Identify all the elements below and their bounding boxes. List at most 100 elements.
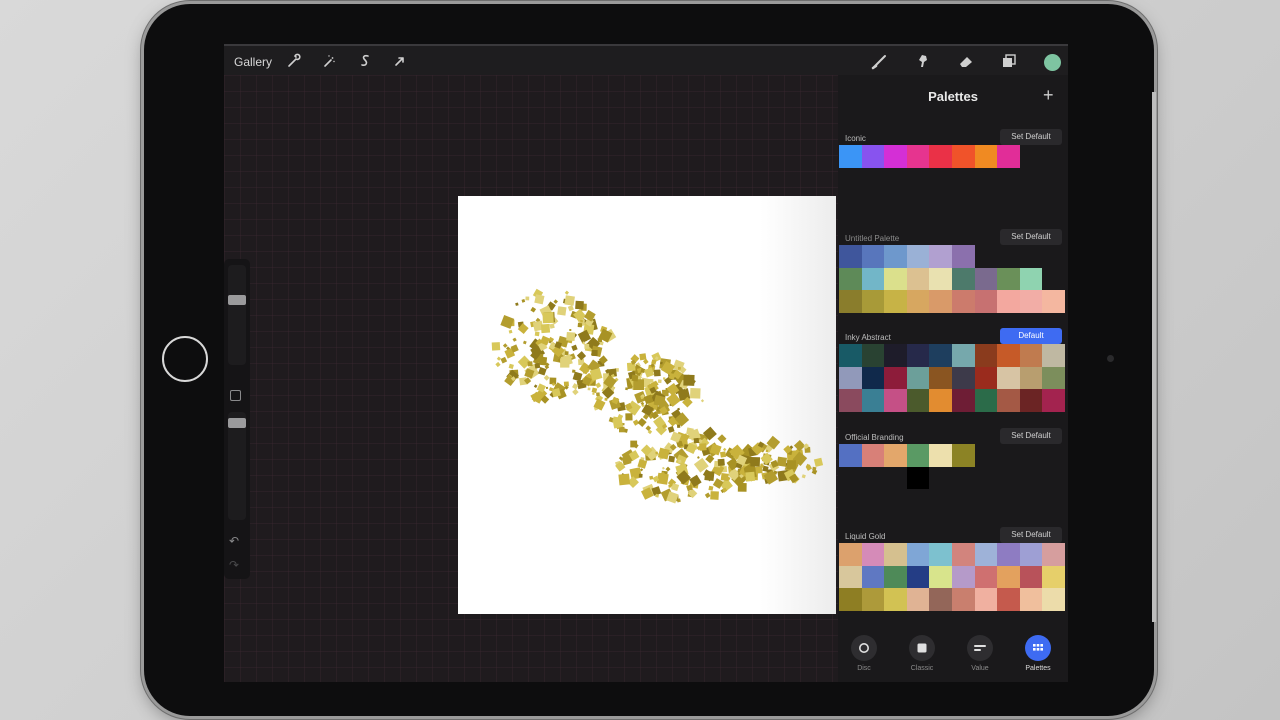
add-palette-icon[interactable]: +: [1043, 85, 1054, 106]
color-swatch[interactable]: [861, 290, 885, 313]
color-swatch[interactable]: [974, 145, 998, 168]
color-swatch[interactable]: [1019, 267, 1043, 291]
layers-icon[interactable]: [999, 51, 1019, 71]
value-sliders-icon[interactable]: [967, 635, 993, 661]
color-swatch[interactable]: [839, 444, 862, 467]
color-swatch[interactable]: [951, 245, 975, 268]
set-default-button[interactable]: Set Default: [1000, 527, 1062, 543]
color-swatch[interactable]: [929, 145, 952, 168]
color-swatch[interactable]: [884, 444, 907, 467]
color-swatch[interactable]: [906, 389, 930, 412]
gallery-button[interactable]: Gallery: [234, 55, 272, 69]
color-swatch[interactable]: [861, 543, 885, 566]
mode-disc[interactable]: Disc: [842, 635, 886, 672]
eraser-icon[interactable]: [956, 51, 976, 71]
color-swatch[interactable]: [839, 245, 862, 268]
current-color-icon[interactable]: [1044, 54, 1061, 71]
color-swatch[interactable]: [884, 267, 907, 291]
color-swatch[interactable]: [951, 366, 975, 390]
color-swatch[interactable]: [861, 145, 885, 168]
color-swatch[interactable]: [997, 290, 1020, 313]
color-swatch[interactable]: [839, 344, 862, 367]
color-swatch[interactable]: [951, 543, 975, 566]
color-swatch[interactable]: [997, 389, 1020, 412]
artboard[interactable]: [458, 196, 836, 614]
color-swatch[interactable]: [884, 389, 907, 412]
color-swatch[interactable]: [861, 245, 885, 268]
color-swatch[interactable]: [839, 290, 862, 313]
undo-icon[interactable]: ↶: [229, 534, 239, 548]
color-swatch[interactable]: [1019, 344, 1043, 367]
mode-palettes[interactable]: Palettes: [1016, 635, 1060, 672]
color-swatch[interactable]: [1019, 366, 1043, 390]
color-swatch[interactable]: [884, 344, 907, 367]
color-swatch[interactable]: [974, 344, 998, 367]
color-swatch[interactable]: [929, 588, 952, 611]
color-swatch[interactable]: [951, 444, 975, 467]
color-swatch[interactable]: [951, 389, 975, 412]
color-swatch[interactable]: [884, 565, 907, 589]
color-swatch[interactable]: [906, 444, 930, 467]
default-button[interactable]: Default: [1000, 328, 1062, 344]
color-swatch[interactable]: [1019, 565, 1043, 589]
color-swatch[interactable]: [1019, 588, 1043, 611]
color-swatch[interactable]: [884, 145, 907, 168]
color-swatch[interactable]: [951, 145, 975, 168]
wrench-icon[interactable]: [283, 51, 303, 71]
color-swatch[interactable]: [951, 267, 975, 291]
color-swatch[interactable]: [997, 543, 1020, 566]
color-swatch[interactable]: [861, 389, 885, 412]
magic-wand-icon[interactable]: [319, 51, 339, 71]
color-swatch[interactable]: [884, 290, 907, 313]
color-swatch[interactable]: [884, 366, 907, 390]
color-swatch[interactable]: [906, 290, 930, 313]
color-swatch[interactable]: [974, 366, 998, 390]
color-swatch[interactable]: [997, 565, 1020, 589]
color-swatch[interactable]: [906, 588, 930, 611]
color-swatch[interactable]: [1019, 389, 1043, 412]
color-swatch[interactable]: [929, 245, 952, 268]
set-default-button[interactable]: Set Default: [1000, 129, 1062, 145]
color-swatch[interactable]: [1042, 543, 1065, 566]
color-swatch[interactable]: [839, 267, 862, 291]
home-button[interactable]: [162, 336, 208, 382]
color-swatch[interactable]: [929, 267, 952, 291]
color-swatch[interactable]: [997, 344, 1020, 367]
redo-icon[interactable]: ↷: [229, 558, 239, 572]
color-swatch[interactable]: [929, 290, 952, 313]
color-swatch[interactable]: [839, 145, 862, 168]
color-swatch[interactable]: [839, 389, 862, 412]
opacity-thumb[interactable]: [228, 418, 246, 428]
disc-icon[interactable]: [851, 635, 877, 661]
color-swatch[interactable]: [906, 543, 930, 566]
color-swatch[interactable]: [906, 565, 930, 589]
color-swatch[interactable]: [1042, 565, 1065, 589]
opacity-slider[interactable]: [228, 412, 246, 520]
brush-size-thumb[interactable]: [228, 295, 246, 305]
color-swatch[interactable]: [997, 267, 1020, 291]
color-swatch[interactable]: [884, 588, 907, 611]
color-swatch[interactable]: [951, 290, 975, 313]
color-swatch[interactable]: [861, 267, 885, 291]
mode-classic[interactable]: Classic: [900, 635, 944, 672]
color-swatch[interactable]: [906, 366, 930, 390]
color-swatch[interactable]: [906, 344, 930, 367]
color-swatch[interactable]: [839, 565, 862, 589]
color-swatch[interactable]: [906, 267, 930, 291]
color-swatch[interactable]: [997, 366, 1020, 390]
color-swatch[interactable]: [1019, 543, 1043, 566]
color-swatch[interactable]: [861, 344, 885, 367]
color-swatch[interactable]: [929, 366, 952, 390]
color-swatch[interactable]: [906, 466, 930, 490]
brush-icon[interactable]: [870, 51, 890, 71]
color-swatch[interactable]: [929, 444, 952, 467]
color-swatch[interactable]: [861, 444, 885, 467]
color-swatch[interactable]: [861, 366, 885, 390]
color-swatch[interactable]: [929, 565, 952, 589]
color-swatch[interactable]: [929, 344, 952, 367]
color-swatch[interactable]: [951, 344, 975, 367]
color-swatch[interactable]: [951, 588, 975, 611]
mode-value[interactable]: Value: [958, 635, 1002, 672]
smudge-icon[interactable]: [913, 51, 933, 71]
color-swatch[interactable]: [861, 565, 885, 589]
